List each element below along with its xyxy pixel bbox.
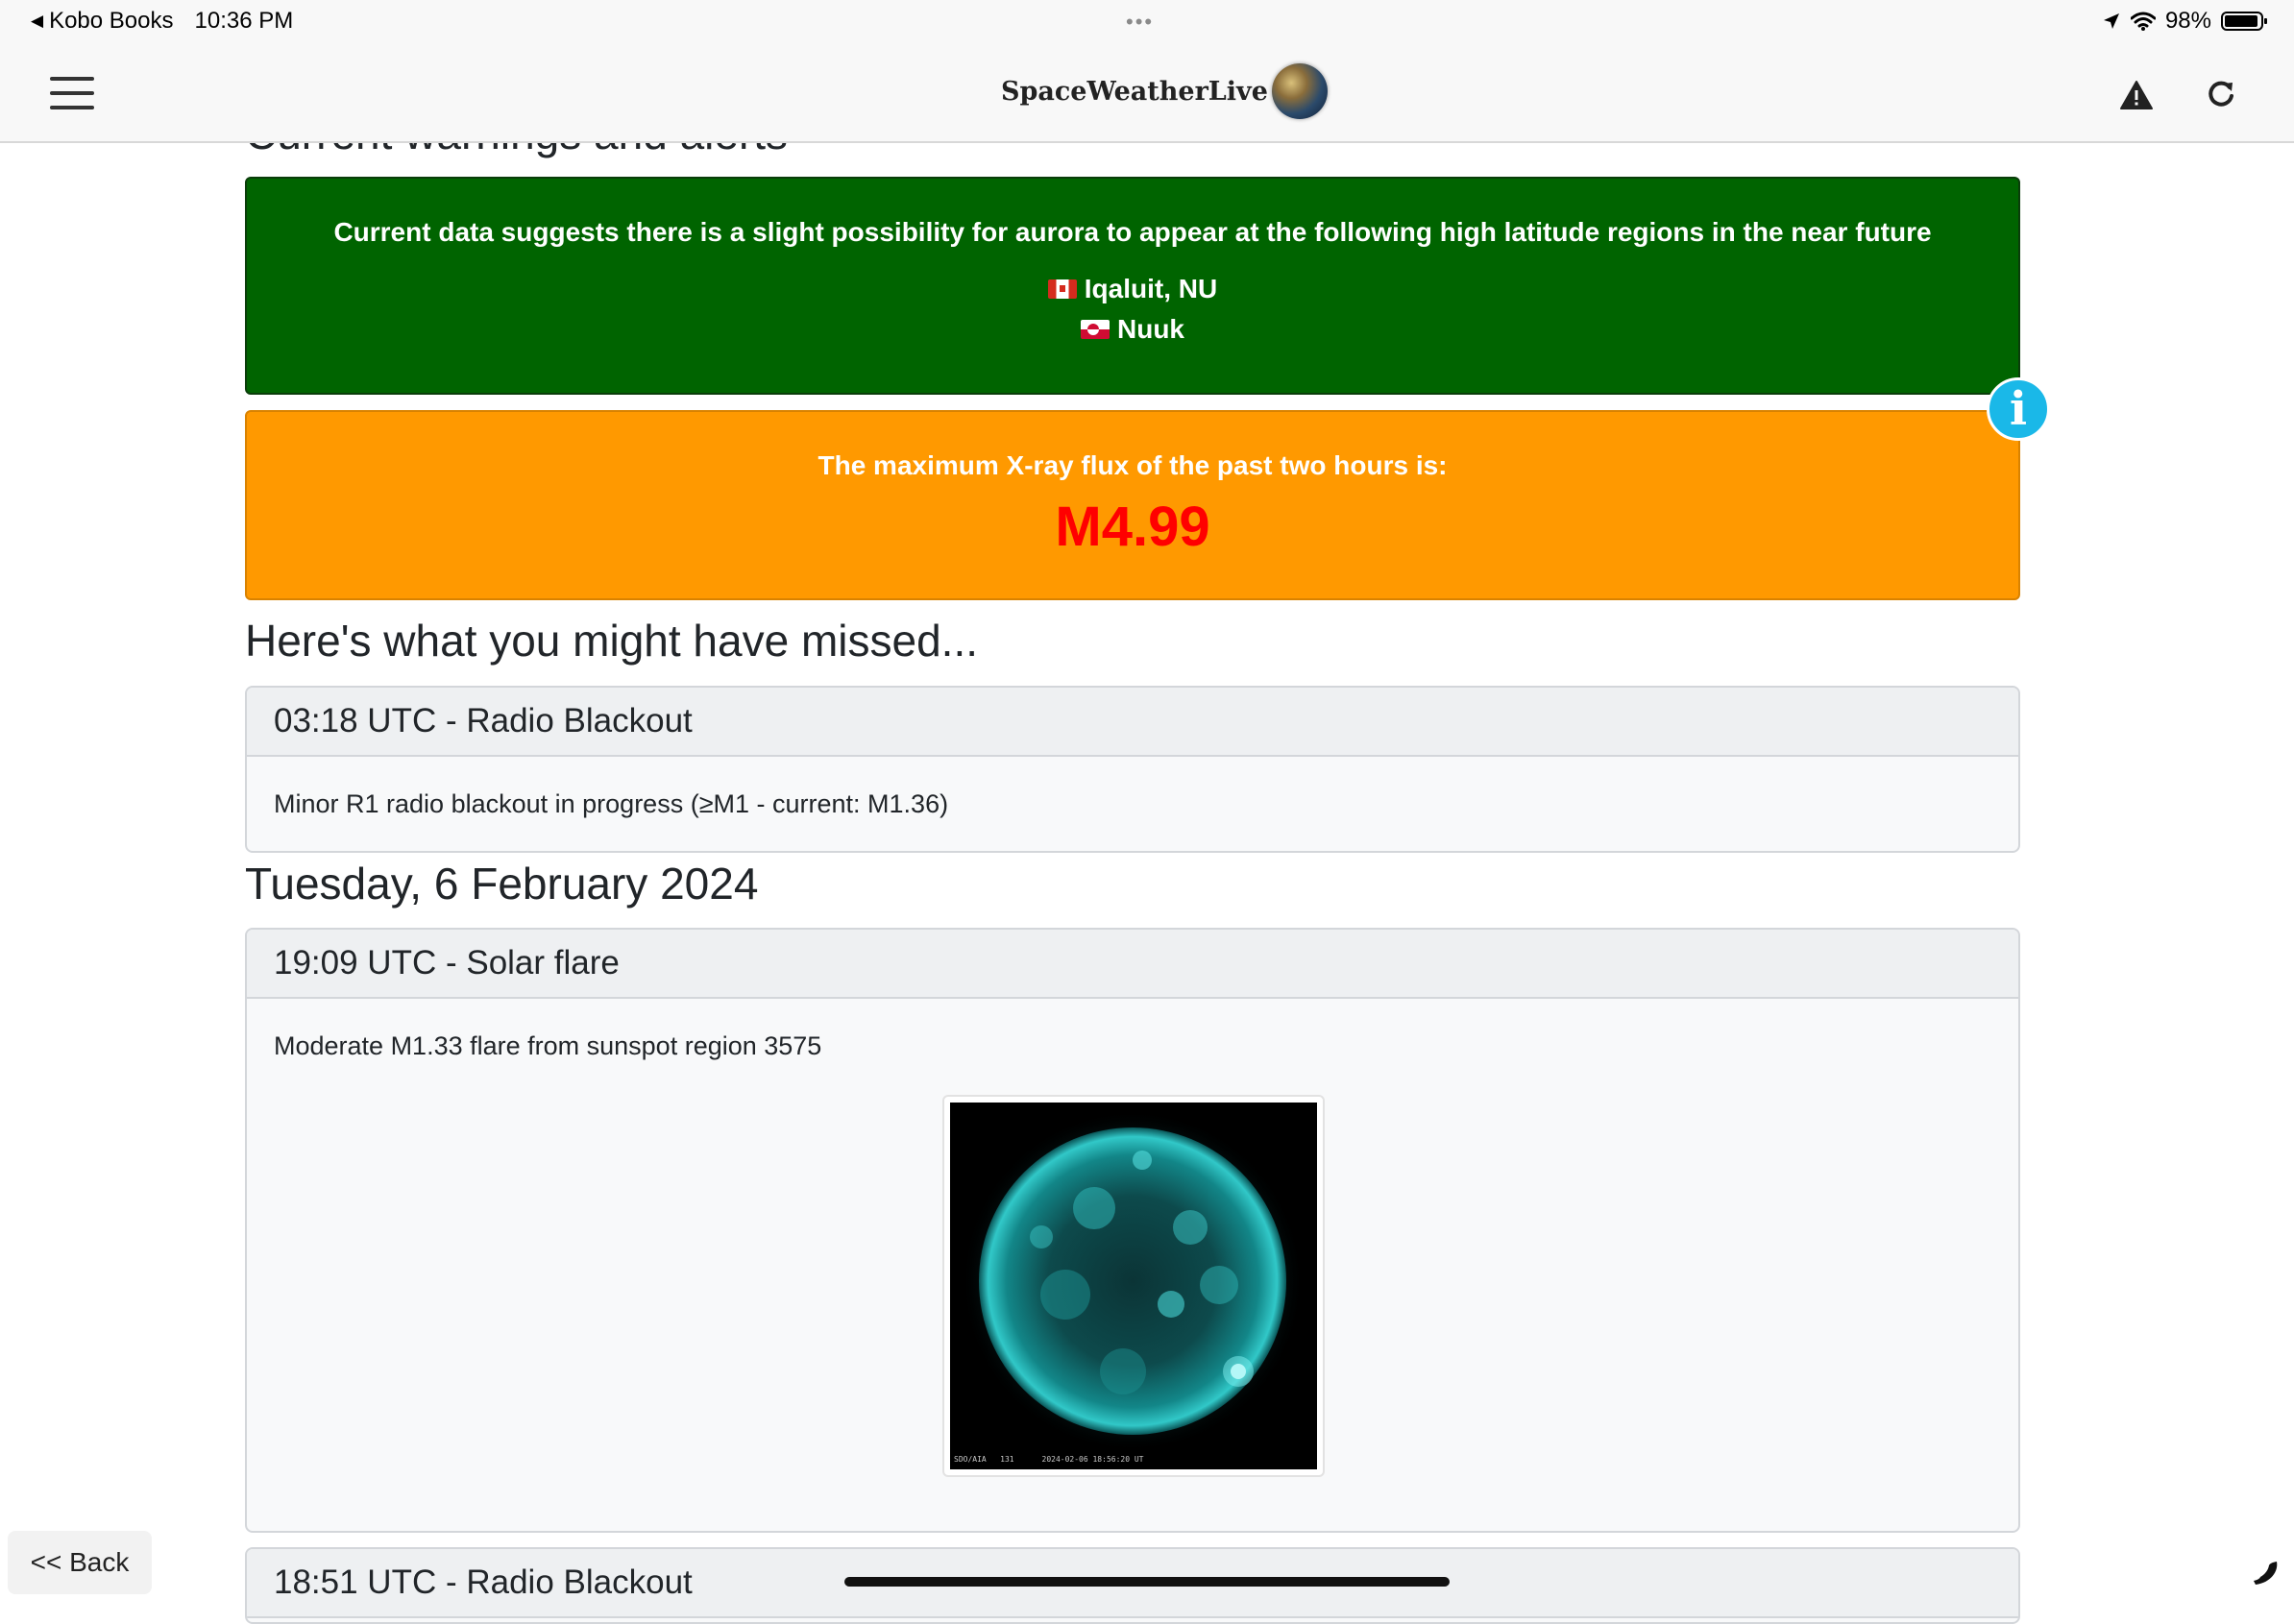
phone-icon[interactable] <box>2250 1558 2281 1588</box>
solar-flare-image[interactable]: SDO/AIA 131 2024-02-06 18:56:20 UT <box>942 1095 1325 1477</box>
warning-icon[interactable] <box>2119 79 2154 111</box>
home-indicator[interactable] <box>844 1577 1450 1587</box>
app-header: SpaceWeatherLive <box>0 44 2294 143</box>
missed-heading: Here's what you might have missed... <box>245 616 978 666</box>
refresh-icon[interactable] <box>2204 79 2238 111</box>
battery-icon <box>2221 12 2267 31</box>
back-triangle-icon: ◀ <box>31 12 44 30</box>
sun-image: SDO/AIA 131 2024-02-06 18:56:20 UT <box>950 1103 1317 1469</box>
xray-alert-message: The maximum X-ray flux of the past two h… <box>818 450 1448 480</box>
status-bar: ◀ Kobo Books 10:36 PM ••• 98% <box>0 0 2294 44</box>
location-arrow-icon <box>2103 13 2119 29</box>
aurora-location: Nuuk <box>247 309 2018 350</box>
back-app-label: Kobo Books <box>49 8 174 34</box>
info-icon[interactable]: i <box>1987 377 2050 441</box>
event-card: 03:18 UTC - Radio Blackout Minor R1 radi… <box>245 686 2020 853</box>
battery-percent: 98% <box>2164 8 2211 34</box>
canada-flag-icon <box>1047 279 1077 299</box>
xray-flux-value: M4.99 <box>1055 496 1210 558</box>
aurora-alert: Current data suggests there is a slight … <box>245 177 2020 395</box>
aurora-location: Iqaluit, NU <box>247 269 2018 309</box>
sun-graphic <box>950 1103 1317 1469</box>
status-time: 10:36 PM <box>194 8 294 34</box>
menu-icon[interactable] <box>50 77 94 109</box>
status-indicators: 98% <box>2102 8 2267 35</box>
event-card-body: Moderate M1.33 flare from sunspot region… <box>274 1031 822 1060</box>
wifi-icon <box>2130 12 2156 31</box>
logo[interactable]: SpaceWeatherLive <box>1001 63 1328 119</box>
back-button[interactable]: << Back <box>8 1531 152 1594</box>
multitask-dots-icon[interactable]: ••• <box>1126 10 1154 35</box>
event-card-body: Minor R1 radio blackout in progress (≥M1… <box>274 789 949 818</box>
globe-icon <box>1271 63 1328 119</box>
aurora-locations: Iqaluit, NU Nuuk <box>247 269 2018 350</box>
logo-text: SpaceWeatherLive <box>1001 76 1268 107</box>
date-heading: Tuesday, 6 February 2024 <box>245 859 759 909</box>
aurora-alert-message: Current data suggests there is a slight … <box>333 217 1932 247</box>
event-card-header[interactable]: 19:09 UTC - Solar flare <box>247 930 2018 999</box>
event-card: 19:09 UTC - Solar flare Moderate M1.33 f… <box>245 928 2020 1533</box>
back-to-app[interactable]: ◀ Kobo Books 10:36 PM <box>31 8 293 35</box>
greenland-flag-icon <box>1081 320 1110 339</box>
image-caption: SDO/AIA 131 2024-02-06 18:56:20 UT <box>954 1455 1144 1464</box>
event-card-header[interactable]: 03:18 UTC - Radio Blackout <box>247 688 2018 757</box>
xray-alert: The maximum X-ray flux of the past two h… <box>245 410 2020 600</box>
